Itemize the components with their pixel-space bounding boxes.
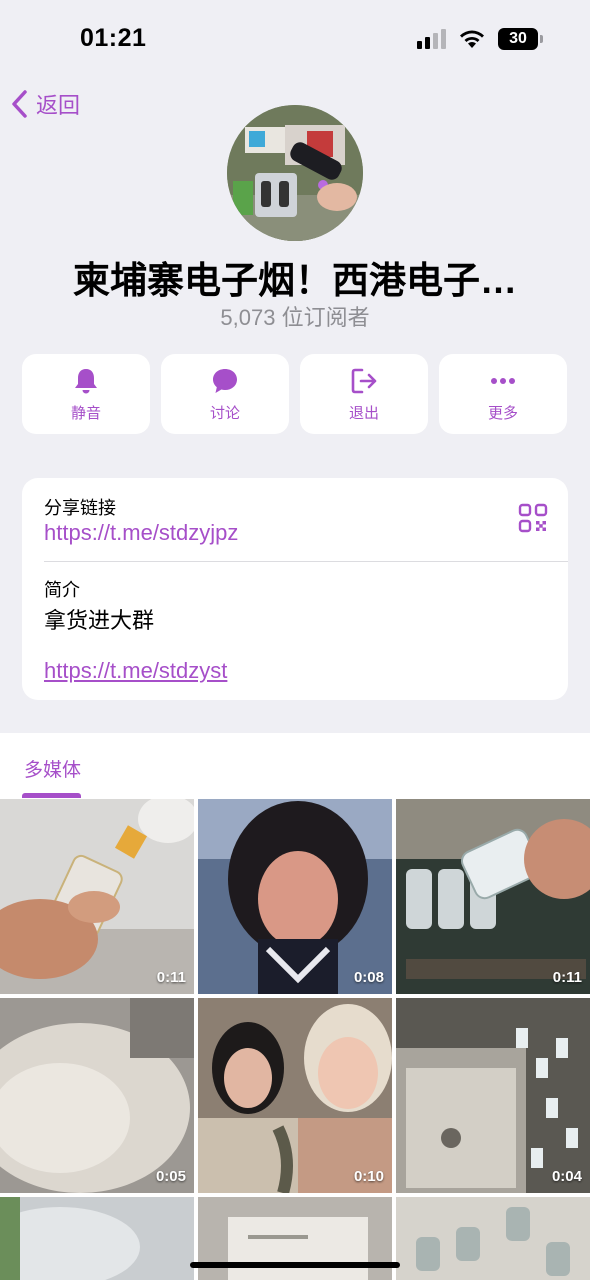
video-thumbnail bbox=[0, 998, 194, 1193]
more-label: 更多 bbox=[487, 404, 518, 422]
tab-media[interactable]: 多媒体 bbox=[24, 755, 81, 782]
battery-icon: 30 bbox=[498, 28, 543, 50]
share-link-label: 分享链接 bbox=[44, 498, 116, 518]
media-item[interactable]: 0:04 bbox=[396, 998, 590, 1193]
info-card: 分享链接 https://t.me/stdzyjpz 简介 拿货进大群 http… bbox=[22, 478, 568, 700]
media-item[interactable]: 0:10 bbox=[198, 998, 392, 1193]
video-duration: 0:11 bbox=[156, 969, 186, 986]
chevron-left-icon bbox=[12, 90, 27, 118]
photo-thumbnail bbox=[396, 1197, 590, 1280]
wifi-icon bbox=[460, 30, 484, 48]
video-thumbnail bbox=[0, 799, 194, 994]
home-indicator[interactable] bbox=[190, 1262, 400, 1268]
photo-thumbnail bbox=[0, 1197, 194, 1280]
media-item[interactable]: 0:08 bbox=[198, 799, 392, 994]
leave-label: 退出 bbox=[348, 404, 379, 422]
media-item[interactable]: 0:11 bbox=[396, 799, 590, 994]
leave-button[interactable]: 退出 bbox=[300, 354, 428, 434]
back-label: 返回 bbox=[36, 93, 81, 118]
discuss-button[interactable]: 讨论 bbox=[161, 354, 289, 434]
status-icons: 30 bbox=[417, 28, 543, 50]
discuss-label: 讨论 bbox=[209, 404, 240, 422]
channel-avatar[interactable] bbox=[227, 105, 363, 241]
subscriber-count: 5,073 位订阅者 bbox=[220, 305, 370, 330]
video-thumbnail bbox=[198, 799, 392, 994]
more-button[interactable]: 更多 bbox=[439, 354, 567, 434]
about-label: 简介 bbox=[44, 580, 80, 600]
video-thumbnail bbox=[198, 998, 392, 1193]
more-dots-icon bbox=[491, 377, 515, 384]
media-item[interactable]: 0:05 bbox=[0, 998, 194, 1193]
mute-button[interactable]: 静音 bbox=[22, 354, 150, 434]
media-item[interactable] bbox=[0, 1197, 194, 1280]
exit-icon bbox=[351, 368, 377, 393]
chat-bubble-icon bbox=[213, 368, 237, 393]
media-item[interactable]: 0:11 bbox=[0, 799, 194, 994]
info-divider bbox=[44, 561, 568, 562]
bell-icon bbox=[75, 368, 97, 393]
video-duration: 0:05 bbox=[155, 1168, 186, 1185]
video-duration: 0:10 bbox=[353, 1168, 384, 1185]
channel-title: 柬埔寨电子烟！西港电子… bbox=[73, 260, 517, 301]
qr-code-icon[interactable] bbox=[518, 503, 548, 533]
video-thumbnail bbox=[396, 799, 590, 994]
status-time: 01:21 bbox=[80, 24, 147, 52]
media-item[interactable] bbox=[396, 1197, 590, 1280]
avatar-photo bbox=[227, 105, 363, 241]
video-duration: 0:11 bbox=[552, 969, 582, 986]
cellular-signal-icon bbox=[417, 29, 446, 49]
share-link[interactable]: https://t.me/stdzyjpz bbox=[44, 520, 238, 546]
video-duration: 0:08 bbox=[353, 969, 384, 986]
about-link[interactable]: https://t.me/stdzyst bbox=[44, 658, 227, 684]
battery-level: 30 bbox=[509, 30, 527, 47]
about-text: 拿货进大群 bbox=[44, 608, 155, 633]
media-panel: 多媒体 0:11 0:08 0:11 0:05 0:10 0:04 bbox=[0, 733, 590, 1280]
back-button[interactable]: 返回 bbox=[10, 88, 80, 120]
action-bar: 静音 讨论 退出 更多 bbox=[22, 354, 567, 434]
video-duration: 0:04 bbox=[551, 1168, 582, 1185]
mute-label: 静音 bbox=[70, 404, 101, 422]
status-bar: 01:21 30 bbox=[0, 0, 590, 80]
tab-indicator bbox=[22, 793, 81, 798]
video-thumbnail bbox=[396, 998, 590, 1193]
